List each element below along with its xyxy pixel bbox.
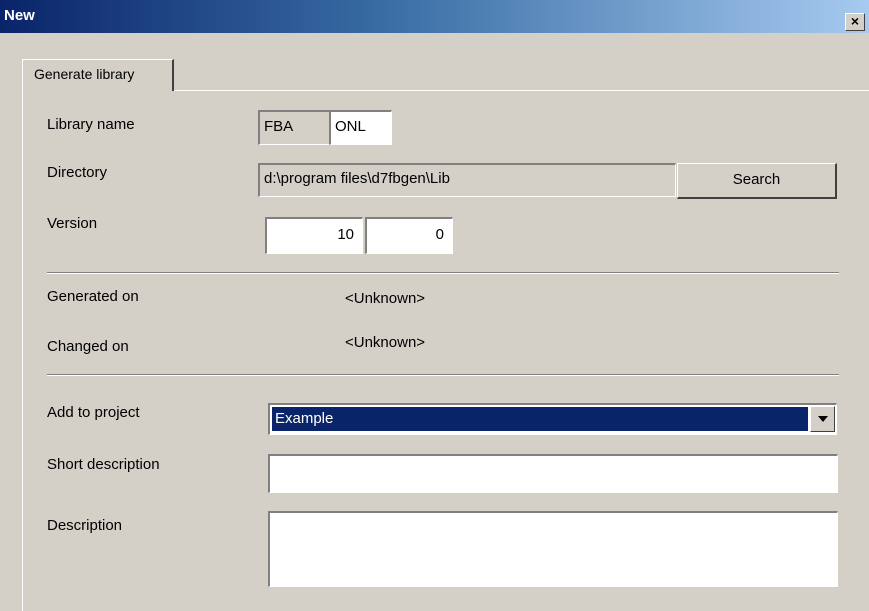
version-label: Version [47, 215, 98, 232]
short-description-input[interactable] [268, 454, 838, 493]
add-to-project-select[interactable]: Example [268, 403, 837, 435]
short-description-label: Short description [47, 456, 160, 473]
description-label: Description [47, 517, 123, 534]
separator [47, 272, 839, 274]
tab-label: Generate library [34, 66, 135, 82]
directory-label: Directory [47, 164, 108, 181]
changed-on-label: Changed on [47, 338, 129, 355]
title-bar: New [0, 0, 869, 33]
library-prefix-field: FBA [258, 110, 330, 145]
generated-on-label: Generated on [47, 288, 139, 305]
library-name-label: Library name [47, 116, 135, 133]
dropdown-button[interactable] [810, 406, 835, 432]
generated-on-value: <Unknown> [345, 290, 426, 307]
description-textarea[interactable] [268, 511, 838, 587]
close-icon: × [850, 13, 860, 29]
window-title: New [4, 7, 35, 24]
add-to-project-selected: Example [272, 407, 808, 431]
tab-generate-library[interactable]: Generate library [22, 59, 174, 91]
changed-on-value: <Unknown> [345, 334, 426, 351]
version-minor-input[interactable]: 0 [365, 217, 453, 254]
search-button[interactable]: Search [677, 163, 837, 199]
separator [47, 374, 839, 376]
directory-field: d:\program files\d7fbgen\Lib [258, 163, 676, 197]
close-button[interactable]: × [845, 13, 865, 31]
chevron-down-icon [818, 416, 828, 422]
add-to-project-label: Add to project [47, 404, 140, 421]
version-major-input[interactable]: 10 [265, 217, 363, 254]
library-name-input[interactable]: ONL [329, 110, 392, 145]
